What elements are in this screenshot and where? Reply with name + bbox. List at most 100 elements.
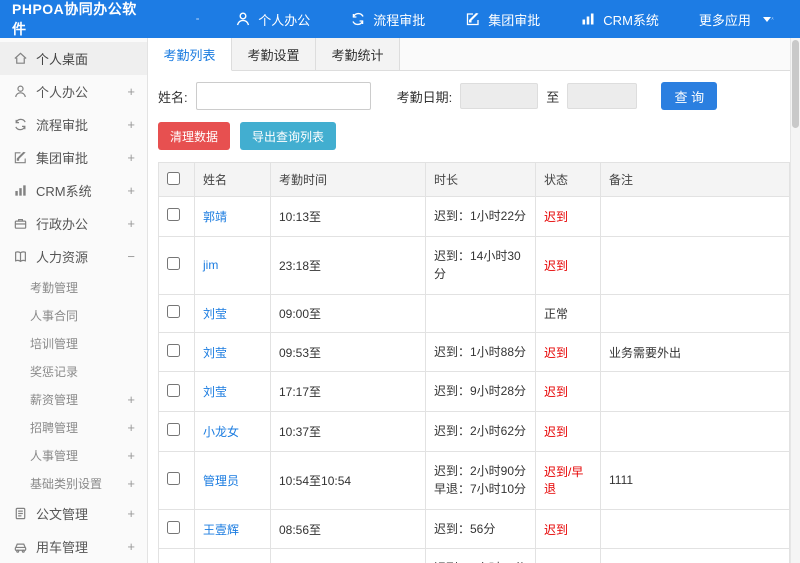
row-checkbox[interactable] (167, 208, 180, 222)
nav-crm[interactable]: CRM系统 (580, 10, 659, 29)
user-avatar-icon[interactable] (771, 17, 774, 21)
clean-data-button[interactable]: 清理数据 (158, 122, 231, 150)
workflow-icon (350, 11, 366, 27)
home-icon (13, 51, 28, 66)
sidebar-item-personal-office[interactable]: 个人办公 + (0, 75, 147, 108)
menu-toggle-icon[interactable] (196, 17, 200, 21)
sidebar-item-label: 人力资源 (36, 250, 89, 265)
nav-group-approval[interactable]: 集团审批 (465, 10, 540, 29)
status-cell: 正常 (535, 293, 601, 333)
employee-name-link[interactable]: jim (203, 258, 218, 272)
employee-name-link[interactable]: 刘莹 (203, 307, 227, 321)
expander-icon[interactable]: + (127, 216, 135, 231)
nav-more-apps[interactable]: 更多应用 (699, 10, 771, 29)
status-cell: 迟到 (535, 196, 601, 237)
tab-attendance-settings[interactable]: 考勤设置 (232, 38, 316, 70)
row-checkbox[interactable] (167, 423, 180, 437)
sidebar-item-vehicle[interactable]: 用车管理 + (0, 530, 147, 563)
expander-icon[interactable]: + (127, 117, 135, 132)
employee-name-link[interactable]: 管理员 (203, 474, 239, 488)
status-cell: 迟到/早退 (535, 450, 601, 510)
employee-name-link[interactable]: 小龙女 (203, 425, 239, 439)
sidebar-subitem-attendance[interactable]: 考勤管理 (0, 273, 147, 301)
date-to-input[interactable] (567, 83, 638, 109)
attendance-time: 10:54至10:54 (270, 450, 426, 510)
expander-icon[interactable]: + (127, 476, 135, 491)
duration-cell: 迟到：1小时22分 (425, 196, 536, 237)
sidebar-item-label: 行政办公 (36, 217, 89, 232)
name-filter-input[interactable] (195, 82, 371, 110)
status-cell: 迟到 (535, 410, 601, 452)
sidebar-subitem-salary[interactable]: 薪资管理 + (0, 385, 147, 413)
tab-attendance-stats[interactable]: 考勤统计 (316, 38, 400, 70)
sidebar-subitem-hr-contract[interactable]: 人事合同 (0, 301, 147, 329)
table-row: jim 23:18至 迟到：14小时30分 迟到 (158, 235, 790, 295)
table-row: 郭靖 10:13至 迟到：1小时22分 迟到 (158, 196, 790, 237)
status-cell: 迟到 (535, 235, 601, 295)
sidebar-subitem-recruiting[interactable]: 招聘管理 + (0, 413, 147, 441)
sidebar-subitem-rewards[interactable]: 奖惩记录 (0, 357, 147, 385)
nav-workflow-approval[interactable]: 流程审批 (350, 10, 425, 29)
employee-name-link[interactable]: 刘莹 (203, 346, 227, 360)
employee-name-link[interactable]: 刘莹 (203, 385, 227, 399)
expander-icon[interactable]: + (127, 183, 135, 198)
collapse-icon[interactable]: − (127, 249, 135, 264)
employee-name-link[interactable]: 郭靖 (203, 210, 227, 224)
row-checkbox[interactable] (167, 344, 180, 358)
sidebar-item-label: 个人桌面 (36, 52, 89, 67)
expander-icon[interactable]: + (127, 420, 135, 435)
expander-icon[interactable]: + (127, 539, 135, 554)
vertical-scrollbar[interactable] (790, 38, 800, 563)
nav-label: 更多应用 (698, 12, 751, 28)
expander-icon[interactable]: + (127, 84, 135, 99)
user-icon (13, 84, 28, 99)
name-filter-label: 姓名: (158, 89, 188, 105)
duration-cell: 迟到：2小时62分 (425, 410, 536, 452)
tab-attendance-list[interactable]: 考勤列表 (148, 38, 232, 71)
sidebar-item-workflow[interactable]: 流程审批 + (0, 108, 147, 141)
sidebar-item-hr[interactable]: 人力资源 − (0, 240, 147, 273)
row-checkbox[interactable] (167, 383, 180, 397)
duration-cell: 迟到：5小时33分早退：4小时67分 (425, 548, 536, 563)
row-checkbox[interactable] (167, 521, 180, 535)
nav-personal-office[interactable]: 个人办公 (235, 10, 310, 29)
edit-icon (13, 150, 28, 165)
expander-icon[interactable]: + (127, 506, 135, 521)
search-button[interactable]: 查 询 (661, 82, 718, 110)
sidebar-item-label: 公文管理 (36, 507, 89, 522)
date-from-input[interactable] (460, 83, 539, 109)
status-cell: 迟到 (535, 331, 601, 373)
expander-icon[interactable]: + (127, 392, 135, 407)
expander-icon[interactable]: + (127, 448, 135, 463)
sidebar-item-crm[interactable]: CRM系统 + (0, 174, 147, 207)
nav-label: 流程审批 (373, 12, 426, 28)
row-checkbox[interactable] (167, 305, 180, 319)
sidebar-subitem-label: 人事合同 (30, 308, 79, 323)
select-all-cell (158, 162, 195, 197)
export-list-button[interactable]: 导出查询列表 (240, 122, 337, 150)
action-bar: 清理数据 导出查询列表 (148, 120, 800, 150)
sidebar-subitem-base-category[interactable]: 基础类别设置 + (0, 469, 147, 497)
sidebar-item-label: 集团审批 (36, 151, 89, 166)
employee-name-link[interactable]: 王壹辉 (203, 523, 239, 537)
sidebar-subitem-personnel[interactable]: 人事管理 + (0, 441, 147, 469)
briefcase-icon (13, 216, 28, 231)
scrollbar-thumb[interactable] (792, 40, 799, 128)
nav-label: 集团审批 (488, 12, 541, 28)
row-checkbox[interactable] (167, 472, 180, 486)
sidebar-item-admin-office[interactable]: 行政办公 + (0, 207, 147, 240)
attendance-time: 09:53至 (270, 331, 426, 373)
table-row: 王壹辉 08:56至 迟到：56分 迟到 (158, 508, 790, 550)
select-all-checkbox[interactable] (167, 171, 180, 185)
sidebar-subitem-label: 培训管理 (30, 336, 79, 351)
sidebar-subitem-training[interactable]: 培训管理 (0, 329, 147, 357)
top-navigation: 个人办公 流程审批 集团审批 CRM系统 更多应用 (235, 10, 771, 29)
attendance-time: 17:17至 (270, 371, 426, 412)
sidebar-item-group-approval[interactable]: 集团审批 + (0, 141, 147, 174)
sidebar-item-documents[interactable]: 公文管理 + (0, 497, 147, 530)
expander-icon[interactable]: + (127, 150, 135, 165)
row-checkbox[interactable] (167, 257, 180, 271)
col-header-status: 状态 (535, 162, 601, 197)
sidebar-item-desktop[interactable]: 个人桌面 (0, 42, 147, 75)
table-row: 刘莹 17:17至 迟到：9小时28分 迟到 (158, 371, 790, 412)
